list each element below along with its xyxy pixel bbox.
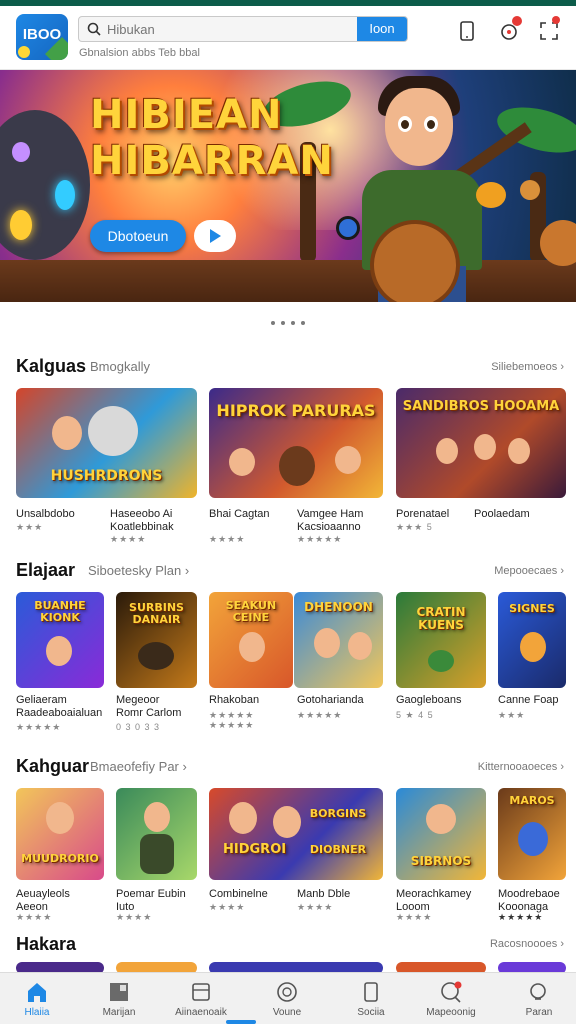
game-card[interactable]: HIDGROI BORGINS DIOBNER	[209, 788, 383, 880]
game-title[interactable]: Porenatael	[396, 508, 449, 521]
play-icon	[210, 229, 221, 243]
nav-item-sociia[interactable]: Sociia	[330, 973, 412, 1024]
see-more-link[interactable]: Siliebemoeos ›	[491, 361, 564, 373]
search-input[interactable]	[107, 20, 357, 38]
rating-stars: ★★★	[498, 710, 526, 720]
section-subtitle: Siboetesky Plan ›	[88, 563, 190, 578]
game-title[interactable]: Meorachkamey Looom	[396, 888, 471, 914]
section-title: Kahguar	[16, 756, 90, 776]
chat-icon	[441, 981, 462, 1003]
hero-character	[385, 88, 453, 166]
game-card[interactable]: SIGNES	[498, 592, 566, 688]
game-card[interactable]: BUANHE KIONK	[16, 592, 104, 688]
game-card[interactable]: SIBRNOS	[396, 788, 486, 880]
globe-icon	[277, 982, 297, 1002]
search-caption: Gbnalsion abbs Teb bbal	[79, 47, 200, 59]
game-card[interactable]: HUSHRDRONS	[16, 388, 197, 498]
rating-stars: ★★★★	[209, 534, 246, 544]
game-title[interactable]: Aeuayleols Aeeon	[16, 888, 70, 914]
rating-stars: ★★★★	[297, 902, 334, 912]
search-icon	[530, 983, 546, 1000]
rating-stars: ★★★★	[110, 534, 147, 544]
game-title[interactable]: Rhakoban	[209, 694, 259, 707]
game-title[interactable]: Combinelne	[209, 888, 268, 901]
rating-stars: ★★★★★	[16, 722, 62, 732]
game-card[interactable]: SANDIBROS HOOAMA	[396, 388, 566, 498]
rating-stars: ★★★★★	[297, 710, 343, 720]
game-title[interactable]: Geliaeram Raadeaboaialuan	[16, 694, 102, 720]
carousel-dot[interactable]	[281, 321, 285, 325]
search-bar: Ioon	[78, 16, 408, 42]
rating-stars: ★★★★	[396, 912, 433, 922]
game-card[interactable]	[116, 788, 197, 880]
game-card[interactable]: HIPROK PARURAS	[209, 388, 383, 498]
section-title: Kalguas	[16, 356, 87, 376]
rating-stars: ★★★★	[16, 912, 53, 922]
game-card[interactable]: CRATIN KUENS	[396, 592, 486, 688]
home-icon	[28, 983, 46, 1002]
rating-stars: 0 3 0 3 3	[116, 722, 161, 732]
game-title[interactable]: Moodrebaoe Kooonaga	[498, 888, 560, 914]
game-card[interactable]: SURBINS DANAIR	[116, 592, 197, 688]
search-icon	[87, 22, 101, 36]
rating-stars: ★★★★	[209, 902, 246, 912]
nav-item-voune[interactable]: Voune	[246, 973, 328, 1024]
game-card[interactable]: MUUDRORIO	[16, 788, 104, 880]
app-header: IBOO Ioon Gbnalsion abbs Teb bbal	[0, 6, 576, 70]
game-title[interactable]: Unsalbdobo	[16, 508, 75, 521]
hero-title: HIBIEAN HIBARRAN	[90, 92, 334, 184]
scan-badge	[552, 16, 560, 24]
game-card[interactable]: SEAKUN CEINE	[209, 592, 293, 688]
game-title[interactable]: Haseeobo Ai Koatlebbinak	[110, 508, 174, 534]
carousel-dot[interactable]	[291, 321, 295, 325]
phone-icon[interactable]	[456, 20, 478, 42]
rating-stars: ★★★★★	[498, 912, 544, 922]
game-card[interactable]: DHENOON	[294, 592, 383, 688]
hero-cta-button[interactable]: Dbotoeun	[90, 220, 186, 252]
nav-item-paran[interactable]: Paran	[498, 973, 576, 1024]
game-title[interactable]: Vamgee Ham Kacsioaanno	[297, 508, 363, 534]
game-title[interactable]: Gaogleboans	[396, 694, 461, 707]
rating-stars: ★★★★★	[209, 720, 255, 730]
game-title[interactable]: Megeoor Romr Carlom	[116, 694, 181, 720]
nav-item-home[interactable]: Hlaiia	[0, 973, 78, 1024]
see-more-link[interactable]: Kitternooaoeces ›	[478, 761, 564, 773]
rating-stars: 5 ★ 4 5	[396, 710, 434, 720]
game-card[interactable]: MAROS	[498, 788, 566, 880]
phone-icon	[364, 982, 378, 1002]
game-title[interactable]: Gotoharianda	[297, 694, 364, 707]
game-title[interactable]: Poolaedam	[474, 508, 530, 521]
carousel-dot[interactable]	[271, 321, 275, 325]
section-subtitle: Bmogkally	[90, 359, 150, 374]
nav-item-library[interactable]: Aiinaenoaik	[160, 973, 242, 1024]
game-title[interactable]: Canne Foap	[498, 694, 559, 707]
carousel-dots	[0, 312, 576, 330]
nav-item-marijan[interactable]: Marijan	[78, 973, 160, 1024]
rating-stars: ★★★★★	[297, 534, 343, 544]
app-logo[interactable]: IBOO	[16, 14, 68, 60]
library-icon	[192, 983, 210, 1001]
grid-icon	[110, 983, 128, 1001]
section-subtitle: Bmaeofefiy Par ›	[90, 759, 187, 774]
carousel-dot[interactable]	[301, 321, 305, 325]
rating-stars: ★★★ 5	[396, 522, 433, 532]
section-title: Elajaar	[16, 560, 76, 580]
play-button[interactable]	[194, 220, 236, 252]
active-indicator	[226, 1020, 256, 1024]
rating-stars: ★★★	[16, 522, 44, 532]
rating-stars: ★★★★	[116, 912, 153, 922]
hero-banner[interactable]: HIBIEAN HIBARRAN Dbotoeun	[0, 70, 576, 302]
see-more-link[interactable]: Racosnoooes ›	[490, 938, 564, 950]
search-button[interactable]: Ioon	[357, 17, 407, 41]
game-title[interactable]: Manb Dble	[297, 888, 350, 901]
nav-item-mapeoonig[interactable]: Mapeoonig	[410, 973, 492, 1024]
section-title: Hakara	[16, 934, 77, 954]
game-title[interactable]: Poemar Eubin Iuto	[116, 888, 186, 914]
notification-badge	[512, 16, 522, 26]
game-title[interactable]: Bhai Cagtan	[209, 508, 270, 521]
see-more-link[interactable]: Mepooecaes ›	[494, 565, 564, 577]
bottom-navigation: Hlaiia Marijan Aiinaenoaik Voune Sociia …	[0, 972, 576, 1024]
